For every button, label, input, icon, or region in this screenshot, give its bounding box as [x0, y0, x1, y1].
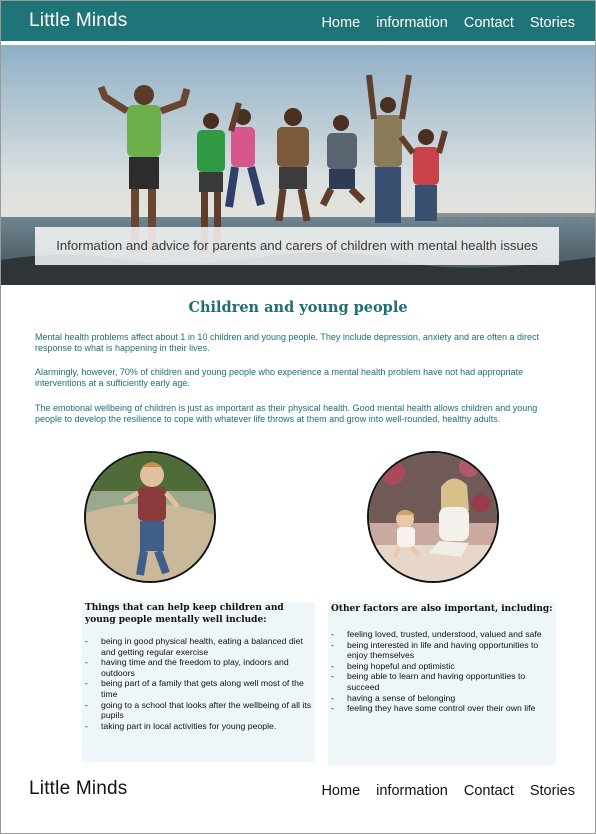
nav-contact[interactable]: Contact	[464, 15, 514, 31]
main-nav: Home information Contact Stories	[321, 15, 575, 31]
footer-nav: Home information Contact Stories	[321, 783, 575, 799]
list-item: being interested in life and having oppo…	[331, 640, 554, 661]
list-item: having a sense of belonging	[331, 693, 554, 704]
intro-paragraph: The emotional wellbeing of children is j…	[35, 403, 538, 424]
list-item: feeling they have some control over thei…	[331, 703, 554, 714]
info-box-other-factors: Other factors are also important, includ…	[328, 602, 556, 765]
info-box-heading: Other factors are also important, includ…	[331, 604, 553, 614]
footer-nav-stories[interactable]: Stories	[530, 783, 575, 799]
photo-boy-running	[84, 451, 216, 583]
header-bar: Little Minds Home information Contact St…	[1, 1, 595, 41]
footer: Little Minds Home information Contact St…	[1, 775, 595, 805]
list-item: being in good physical health, eating a …	[85, 636, 315, 657]
list-item: being able to learn and having opportuni…	[331, 671, 554, 692]
nav-home[interactable]: Home	[321, 15, 360, 31]
intro-paragraph: Alarmingly, however, 70% of children and…	[35, 367, 524, 388]
list-item: feeling loved, trusted, understood, valu…	[331, 629, 554, 640]
info-list: feeling loved, trusted, understood, valu…	[331, 629, 554, 714]
info-box-mental-wellness: Things that can help keep children and y…	[82, 602, 315, 762]
list-item: being part of a family that gets along w…	[85, 678, 315, 699]
nav-information[interactable]: information	[376, 15, 448, 31]
info-box-heading: Things that can help keep children and y…	[85, 603, 284, 625]
list-item: going to a school that looks after the w…	[85, 700, 315, 721]
page: Little Minds Home information Contact St…	[0, 0, 596, 834]
footer-nav-contact[interactable]: Contact	[464, 783, 514, 799]
list-item: having time and the freedom to play, ind…	[85, 657, 315, 678]
footer-nav-information[interactable]: information	[376, 783, 448, 799]
page-title: Children and young people	[188, 299, 408, 316]
list-item: taking part in local activities for youn…	[85, 721, 315, 732]
intro-paragraph: Mental health problems affect about 1 in…	[35, 332, 539, 353]
info-list: being in good physical health, eating a …	[85, 636, 315, 731]
nav-stories[interactable]: Stories	[530, 15, 575, 31]
footer-logo[interactable]: Little Minds	[29, 778, 128, 800]
list-item: being hopeful and optimistic	[331, 661, 554, 672]
site-logo[interactable]: Little Minds	[29, 10, 128, 32]
hero-caption: Information and advice for parents and c…	[35, 227, 559, 265]
footer-nav-home[interactable]: Home	[321, 783, 360, 799]
photo-mother-daughter	[367, 451, 499, 583]
